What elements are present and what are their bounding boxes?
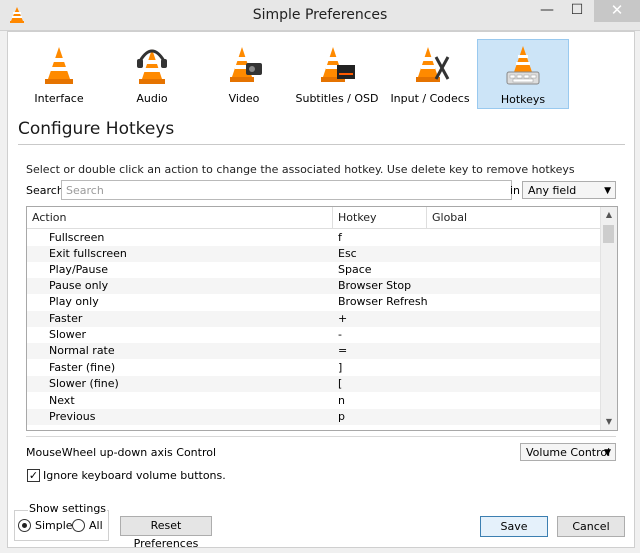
mousewheel-label: MouseWheel up-down axis Control	[26, 446, 217, 459]
category-label: Input / Codecs	[390, 92, 470, 105]
row-hotkey: n	[338, 394, 345, 407]
table-row[interactable]: Play only Browser Refresh	[27, 294, 601, 310]
row-hotkey: +	[338, 312, 348, 325]
category-label: Video	[228, 92, 260, 105]
category-subtitles-osd[interactable]: Subtitles / OSD	[292, 39, 382, 107]
row-hotkey: f	[338, 231, 342, 244]
column-header-global[interactable]: Global	[427, 207, 601, 228]
audio-headphones-cone-icon	[137, 49, 167, 84]
table-row[interactable]: Slower -	[27, 327, 601, 343]
row-action: Normal rate	[49, 344, 115, 357]
scroll-up-icon[interactable]: ▲	[601, 207, 617, 223]
minimize-button[interactable]: —	[532, 0, 562, 22]
category-label: Subtitles / OSD	[295, 92, 379, 105]
subtitles-cone-icon	[321, 47, 355, 82]
table-row[interactable]: Fullscreen f	[27, 230, 601, 246]
category-hotkeys[interactable]: Hotkeys	[477, 39, 569, 109]
input-codecs-cone-icon	[416, 47, 450, 82]
ignore-volume-label: Ignore keyboard volume buttons.	[43, 469, 226, 482]
chevron-down-icon: ▼	[604, 448, 611, 458]
chevron-down-icon: ▼	[604, 186, 611, 196]
vertical-scrollbar[interactable]: ▲ ▼	[600, 207, 617, 430]
row-action: Pause only	[49, 279, 109, 292]
row-hotkey: -	[338, 328, 342, 341]
hotkeys-table[interactable]: Action Hotkey Global Fullscreen f Exit f…	[26, 206, 618, 431]
title-bar: Simple Preferences — ☐ ✕	[0, 0, 640, 31]
row-hotkey: ]	[338, 361, 343, 374]
table-row[interactable]: Faster (fine) ]	[27, 360, 601, 376]
page-title: Configure Hotkeys	[18, 119, 175, 139]
row-action: Slower (fine)	[49, 377, 119, 390]
scroll-down-icon[interactable]: ▼	[601, 414, 617, 430]
row-hotkey: =	[338, 344, 348, 357]
show-settings-label: Show settings	[28, 502, 108, 515]
search-label: Search	[26, 184, 64, 197]
category-label: Hotkeys	[500, 93, 546, 106]
all-radio[interactable]	[72, 519, 85, 532]
close-button[interactable]: ✕	[594, 0, 640, 22]
cancel-button[interactable]: Cancel	[557, 516, 625, 537]
row-hotkey: Browser Stop	[338, 279, 412, 292]
table-header: Action Hotkey Global	[27, 207, 601, 229]
column-header-action[interactable]: Action	[27, 207, 333, 228]
table-row[interactable]: Faster +	[27, 311, 601, 327]
row-action: Previous	[49, 410, 96, 423]
category-audio[interactable]: Audio	[107, 39, 197, 107]
row-action: Slower	[49, 328, 87, 341]
category-video[interactable]: Video	[199, 39, 289, 107]
row-action: Exit fullscreen	[49, 247, 127, 260]
search-field-select[interactable]: Any field ▼	[522, 181, 616, 199]
maximize-button[interactable]: ☐	[562, 0, 592, 22]
table-row[interactable]: Play/Pause Space	[27, 262, 601, 278]
interface-cone-icon	[45, 47, 73, 84]
table-row[interactable]: Slower (fine) [	[27, 376, 601, 392]
table-row[interactable]: Previous p	[27, 409, 601, 425]
category-interface[interactable]: Interface	[14, 39, 104, 107]
row-action: Fullscreen	[49, 231, 105, 244]
row-hotkey: p	[338, 410, 345, 423]
row-hotkey: [	[338, 377, 343, 390]
row-hotkey: Space	[338, 263, 372, 276]
in-label: in	[510, 184, 521, 197]
reset-preferences-button[interactable]: Reset Preferences	[120, 516, 212, 550]
hotkeys-cone-icon	[506, 46, 540, 85]
row-hotkey: Esc	[338, 247, 357, 260]
mousewheel-value: Volume Control	[526, 446, 611, 459]
row-action: Faster (fine)	[49, 361, 116, 374]
row-action: Play/Pause	[49, 263, 108, 276]
all-radio-label[interactable]: All	[89, 519, 103, 532]
save-button[interactable]: Save	[480, 516, 548, 537]
instructions-text: Select or double click an action to chan…	[26, 163, 575, 176]
row-hotkey: Browser Refresh	[338, 295, 428, 308]
search-field-value: Any field	[528, 184, 577, 197]
mousewheel-select[interactable]: Volume Control ▼	[520, 443, 616, 461]
divider	[26, 436, 616, 437]
row-action: Next	[49, 394, 75, 407]
row-action: Faster	[49, 312, 83, 325]
table-row[interactable]: Normal rate =	[27, 343, 601, 359]
category-input-codecs[interactable]: Input / Codecs	[385, 39, 475, 107]
row-action: Play only	[49, 295, 99, 308]
search-input[interactable]	[61, 180, 512, 200]
category-label: Audio	[136, 92, 168, 105]
scrollbar-thumb[interactable]	[603, 225, 614, 243]
video-cone-icon	[230, 47, 262, 82]
category-label: Interface	[34, 92, 84, 105]
table-row[interactable]: Exit fullscreen Esc	[27, 246, 601, 262]
simple-radio-label[interactable]: Simple	[35, 519, 73, 532]
simple-radio[interactable]	[18, 519, 31, 532]
divider	[18, 144, 625, 145]
table-row[interactable]: Next n	[27, 393, 601, 409]
column-header-hotkey[interactable]: Hotkey	[333, 207, 427, 228]
checkmark-icon: ✓	[28, 469, 39, 482]
ignore-volume-checkbox[interactable]: ✓	[27, 469, 40, 482]
radio-selected-dot	[22, 523, 27, 528]
table-row[interactable]: Pause only Browser Stop	[27, 278, 601, 294]
